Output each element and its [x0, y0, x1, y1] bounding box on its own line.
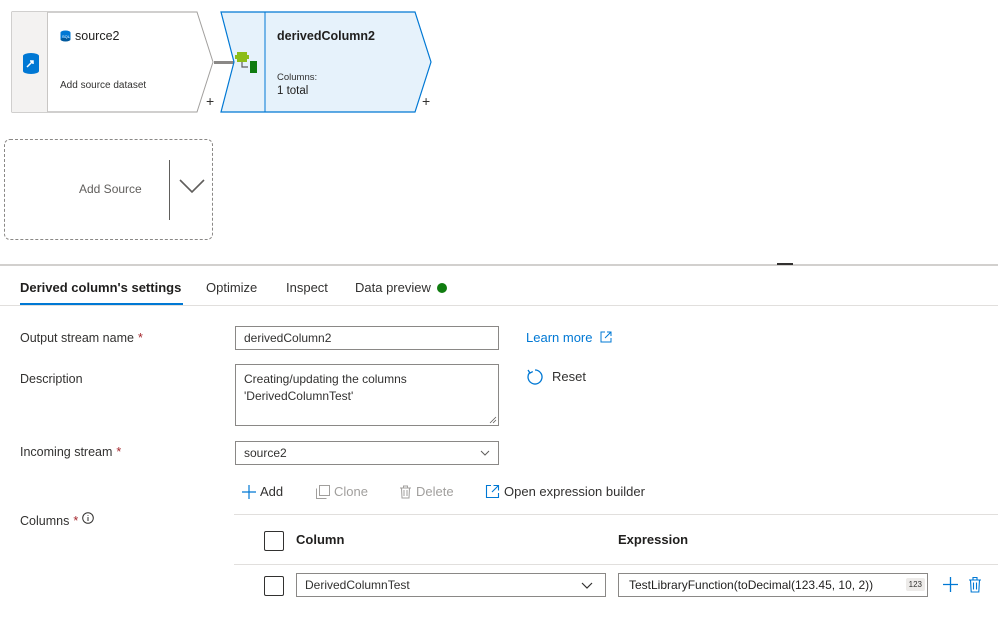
- add-column-button[interactable]: Add: [242, 484, 283, 499]
- reset-label: Reset: [552, 369, 586, 384]
- tab-inspect[interactable]: Inspect: [286, 280, 328, 295]
- column-name-select[interactable]: DerivedColumnTest: [296, 573, 606, 597]
- description-input[interactable]: Creating/updating the columns 'DerivedCo…: [235, 364, 499, 426]
- learn-more-label: Learn more: [526, 330, 593, 345]
- status-ok-icon: [436, 283, 447, 293]
- output-stream-name-input[interactable]: derivedColumn2: [235, 326, 499, 350]
- add-column-label: Add: [260, 484, 284, 499]
- dataflow-canvas: SQL source2 Add source dataset + derived…: [0, 0, 998, 264]
- resize-grip-icon[interactable]: [489, 416, 497, 424]
- derived-column-node-title: derivedColumn2: [277, 29, 375, 43]
- sql-database-icon: SQL: [60, 30, 71, 42]
- output-stream-name-label: Output stream name *: [20, 331, 143, 345]
- settings-tabs: Derived column's settings Optimize Inspe…: [0, 266, 998, 306]
- reset-icon: [527, 369, 543, 385]
- reset-button[interactable]: Reset: [526, 368, 586, 386]
- incoming-stream-label-text: Incoming stream: [20, 445, 113, 459]
- clone-column-button[interactable]: Clone: [316, 484, 368, 499]
- open-expression-builder-button[interactable]: Open expression builder: [485, 484, 645, 499]
- delete-column-button[interactable]: Delete: [399, 484, 454, 499]
- active-tab-underline: [20, 303, 183, 305]
- description-text: Creating/updating the columns 'DerivedCo…: [244, 372, 407, 403]
- grid-header-separator: [234, 564, 998, 565]
- grid-top-border: [234, 514, 998, 515]
- trash-icon: [400, 485, 411, 499]
- column-header[interactable]: Column: [296, 532, 344, 547]
- required-marker: *: [137, 331, 143, 345]
- derived-column-icon: [235, 52, 257, 73]
- clone-column-label: Clone: [334, 484, 368, 499]
- expression-value: TestLibraryFunction(toDecimal(123.45, 10…: [629, 578, 874, 592]
- derived-column-columns-count: 1 total: [277, 85, 309, 97]
- clone-icon: [316, 485, 330, 499]
- add-source-button[interactable]: Add Source: [4, 139, 213, 240]
- splitter-grip[interactable]: [777, 263, 793, 265]
- info-icon[interactable]: [82, 512, 95, 524]
- description-label: Description: [20, 372, 83, 386]
- add-row-icon[interactable]: [943, 577, 958, 592]
- add-after-source-button[interactable]: +: [206, 93, 214, 109]
- select-all-checkbox[interactable]: [264, 531, 284, 551]
- svg-text:SQL: SQL: [62, 34, 71, 39]
- columns-label: Columns *: [20, 512, 95, 528]
- column-name-value: DerivedColumnTest: [305, 578, 410, 592]
- source-node-title: source2: [75, 29, 120, 43]
- expression-header[interactable]: Expression: [618, 532, 688, 547]
- tab-data-preview[interactable]: Data preview: [355, 280, 447, 295]
- output-stream-name-label-text: Output stream name: [20, 331, 134, 345]
- source-node-subtitle: Add source dataset: [60, 80, 147, 91]
- incoming-stream-label: Incoming stream *: [20, 445, 121, 459]
- required-marker: *: [116, 445, 122, 459]
- open-external-icon: [600, 331, 612, 343]
- chevron-down-icon: [581, 582, 593, 589]
- tab-data-preview-label: Data preview: [355, 280, 431, 295]
- source-transform-icon: [23, 53, 39, 74]
- number-type-badge: 123: [905, 578, 925, 591]
- expression-input[interactable]: TestLibraryFunction(toDecimal(123.45, 10…: [618, 573, 928, 597]
- trash-icon[interactable]: [968, 576, 982, 593]
- tab-optimize[interactable]: Optimize: [206, 280, 257, 295]
- chevron-down-icon: [480, 450, 490, 456]
- learn-more-link[interactable]: Learn more: [526, 330, 612, 345]
- chevron-down-icon[interactable]: [179, 178, 205, 194]
- add-after-derived-column-button[interactable]: +: [422, 93, 430, 109]
- delete-column-label: Delete: [416, 484, 454, 499]
- incoming-stream-select[interactable]: source2: [235, 441, 499, 465]
- derived-column-columns-label: Columns:: [277, 72, 318, 83]
- required-marker: *: [73, 514, 79, 528]
- open-external-icon: [485, 484, 500, 499]
- columns-label-text: Columns: [20, 514, 70, 528]
- add-source-label: Add Source: [79, 182, 142, 196]
- incoming-stream-value: source2: [244, 446, 287, 460]
- tab-derived-column-settings[interactable]: Derived column's settings: [20, 280, 181, 295]
- add-source-divider: [169, 160, 170, 220]
- add-icon: [242, 485, 256, 499]
- open-expression-builder-label: Open expression builder: [504, 484, 645, 499]
- row-checkbox[interactable]: [264, 576, 284, 596]
